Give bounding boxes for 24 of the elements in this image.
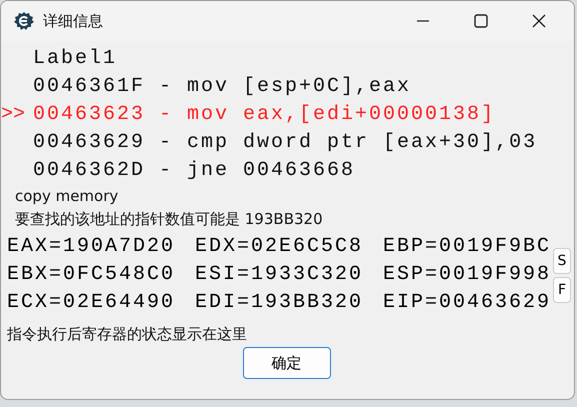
code-line: 00463629 - cmp dword ptr [eax+30],03 <box>32 130 538 156</box>
info-text: 要查找的该地址的指针数值可能是 193BB320 <box>14 209 324 230</box>
side-button[interactable]: S <box>553 248 571 274</box>
code-line: 0046362D - jne 00463668 <box>32 158 356 184</box>
register-value: EDX=02E6C5C8 <box>195 234 364 260</box>
info-text: copy memory <box>14 186 120 207</box>
gear-icon <box>13 10 35 32</box>
side-button[interactable]: F <box>553 276 571 302</box>
code-line: >> 00463623 - mov eax,[edi+00000138] <box>1 102 496 128</box>
register-value: EBP=0019F9BC <box>383 234 551 260</box>
code-line: 0046361F - mov [esp+0C],eax <box>32 74 412 100</box>
close-icon <box>532 14 546 28</box>
status-text: 指令执行后寄存器的状态显示在这里 <box>6 324 248 345</box>
register-value: ECX=02E64490 <box>7 290 176 316</box>
register-value: ESP=0019F998 <box>383 262 551 288</box>
maximize-icon <box>474 14 488 28</box>
register-value: EBX=0FC548C0 <box>7 262 176 288</box>
code-line: Label1 <box>32 46 118 72</box>
register-value: ESI=1933C320 <box>195 262 364 288</box>
register-value: EAX=190A7D20 <box>7 234 176 260</box>
ok-button[interactable]: 确定 <box>242 347 330 379</box>
window-title: 详细信息 <box>43 12 103 30</box>
register-value: EIP=00463629 <box>383 290 551 316</box>
register-value: EDI=193BB320 <box>195 290 364 316</box>
